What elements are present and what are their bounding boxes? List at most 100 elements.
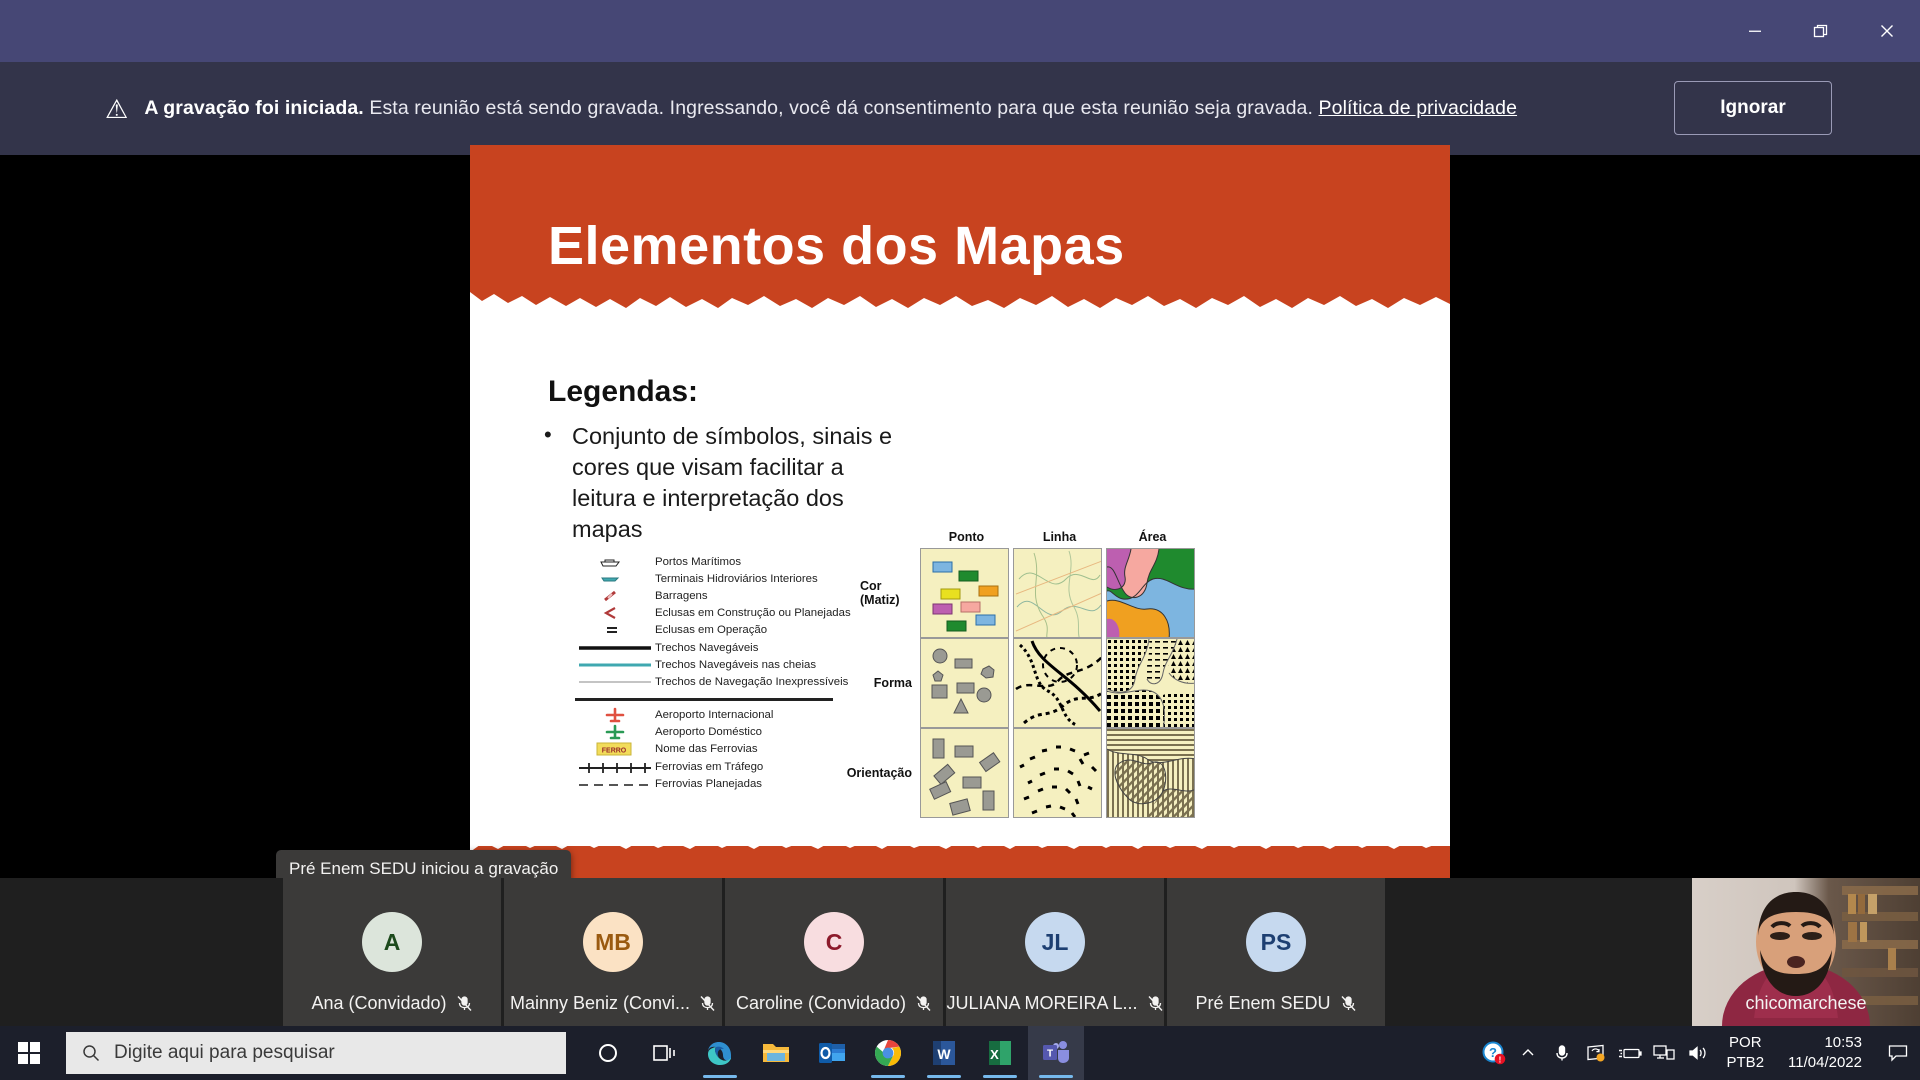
warning-icon: ⚠ (105, 96, 128, 122)
show-hidden-icons-icon[interactable] (1511, 1026, 1545, 1080)
avatar: C (804, 912, 864, 972)
avatar: PS (1246, 912, 1306, 972)
avatar: MB (583, 912, 643, 972)
teal-line-icon (575, 657, 655, 673)
symbol-table-header: Ponto Linha Área (860, 530, 1150, 548)
lock-operating-icon (575, 622, 655, 638)
restore-button[interactable] (1788, 0, 1854, 62)
participant-name: JULIANA MOREIRA L... (946, 993, 1164, 1014)
search-icon (82, 1044, 100, 1062)
recording-banner: ⚠ A gravação foi iniciada. Esta reunião … (0, 62, 1920, 155)
legend-row-label: Eclusas em Operação (655, 624, 767, 636)
torn-edge-decoration (470, 292, 1450, 314)
volume-icon[interactable] (1681, 1026, 1715, 1080)
task-view-icon[interactable] (636, 1026, 692, 1080)
airplane-green-icon (575, 724, 655, 740)
legend-row-label: Nome das Ferrovias (655, 743, 758, 755)
network-icon[interactable] (1647, 1026, 1681, 1080)
clock[interactable]: 10:53 11/04/2022 (1776, 1033, 1876, 1074)
slide-heading: Legendas: (548, 375, 698, 409)
cell-cor-linha (1013, 548, 1106, 638)
search-input[interactable]: Digite aqui para pesquisar (66, 1032, 566, 1074)
gray-line-icon (575, 674, 655, 690)
avatar: A (362, 912, 422, 972)
legend-row-label: Barragens (655, 590, 708, 602)
cell-orientacao-area (1106, 728, 1199, 818)
video-tile-chicomarchese[interactable]: chicomarchese (1692, 878, 1920, 1026)
file-explorer-icon[interactable] (748, 1026, 804, 1080)
participant-name: Caroline (Convidado) (725, 993, 943, 1014)
cell-forma-area (1106, 638, 1199, 728)
row-header-cor-matiz: Cor (Matiz) (860, 548, 920, 638)
microphone-muted-icon (699, 995, 716, 1012)
banner-title: A gravação foi iniciada. (144, 97, 364, 119)
participant-tile[interactable]: JLJULIANA MOREIRA L... (946, 878, 1164, 1026)
legend-row-label: Aeroporto Internacional (655, 709, 773, 721)
col-header-ponto: Ponto (920, 530, 1013, 548)
slide-title: Elementos dos Mapas (548, 215, 1125, 277)
slide-title-banner: Elementos dos Mapas (470, 145, 1450, 310)
roster-spacer (0, 878, 280, 1026)
legend-row-label: Eclusas em Construção ou Planejadas (655, 607, 851, 619)
symbol-variables-table: Ponto Linha Área Cor (Matiz) (860, 530, 1150, 818)
cell-cor-ponto (920, 548, 1013, 638)
teal-line-icon (575, 657, 655, 673)
gray-line-icon (575, 674, 655, 690)
svg-text:T: T (1047, 1049, 1053, 1060)
symbol-table-row: Forma (860, 638, 1150, 728)
row-header-orientacao: Orientação (860, 728, 920, 818)
action-center-icon[interactable] (1876, 1026, 1920, 1080)
minimize-button[interactable] (1722, 0, 1788, 62)
slide-bullet-text: Conjunto de símbolos, sinais e cores que… (572, 421, 908, 545)
help-error-icon[interactable]: ? ! (1477, 1026, 1511, 1080)
legend-row-label: Trechos Navegáveis (655, 642, 758, 654)
participant-name: Mainny Beniz (Convi... (504, 993, 722, 1014)
lock-operating-icon (575, 622, 655, 638)
legend-row-label: Trechos Navegáveis nas cheias (655, 659, 816, 671)
legend-divider (575, 698, 833, 701)
railway-dashed-icon (575, 776, 655, 792)
titlebar (0, 0, 1920, 62)
cell-cor-area (1106, 548, 1199, 638)
svg-text:X: X (990, 1047, 999, 1062)
participant-tile[interactable]: PS Pré Enem SEDU (1167, 878, 1385, 1026)
participant-tile[interactable]: MB Mainny Beniz (Convi... (504, 878, 722, 1026)
word-icon[interactable]: W (916, 1026, 972, 1080)
participant-tile[interactable]: C Caroline (Convidado) (725, 878, 943, 1026)
microphone-muted-icon (915, 995, 932, 1012)
legend-row-label: Trechos de Navegação Inexpressíveis (655, 676, 848, 688)
battery-icon[interactable] (1613, 1026, 1647, 1080)
thick-line-icon (575, 640, 655, 656)
edge-icon[interactable] (692, 1026, 748, 1080)
microphone-tray-icon[interactable] (1545, 1026, 1579, 1080)
boat-icon (575, 571, 655, 587)
legend-row-label: Ferrovias em Tráfego (655, 761, 763, 773)
ship-icon (575, 554, 655, 570)
language-indicator[interactable]: POR PTB2 (1715, 1033, 1777, 1074)
participant-tile[interactable]: AAna (Convidado) (283, 878, 501, 1026)
symbol-table-row: Cor (Matiz) (860, 548, 1150, 638)
cell-orientacao-linha (1013, 728, 1106, 818)
start-button[interactable] (0, 1026, 58, 1080)
cortana-icon[interactable] (580, 1026, 636, 1080)
teams-icon[interactable]: T (1028, 1026, 1084, 1080)
outlook-icon[interactable] (804, 1026, 860, 1080)
shared-slide[interactable]: Elementos dos Mapas Legendas: • Conjunto… (470, 145, 1450, 880)
ignore-button[interactable]: Ignorar (1674, 81, 1832, 135)
video-tile-name: chicomarchese (1692, 993, 1920, 1014)
onedrive-sync-icon[interactable] (1579, 1026, 1613, 1080)
excel-icon[interactable]: X (972, 1026, 1028, 1080)
cell-forma-ponto (920, 638, 1013, 728)
chrome-icon[interactable] (860, 1026, 916, 1080)
close-button[interactable] (1854, 0, 1920, 62)
participant-name: Pré Enem SEDU (1167, 993, 1385, 1014)
meeting-stage: Elementos dos Mapas Legendas: • Conjunto… (0, 155, 1920, 878)
dam-icon (575, 588, 655, 604)
railway-icon (575, 759, 655, 775)
privacy-policy-link[interactable]: Política de privacidade (1319, 97, 1518, 119)
ferro-tag-icon: FERRO (575, 741, 655, 757)
screen: ⚠ A gravação foi iniciada. Esta reunião … (0, 0, 1920, 1080)
microphone-muted-icon (456, 995, 473, 1012)
lock-planned-icon (575, 605, 655, 621)
search-placeholder: Digite aqui para pesquisar (114, 1042, 335, 1064)
